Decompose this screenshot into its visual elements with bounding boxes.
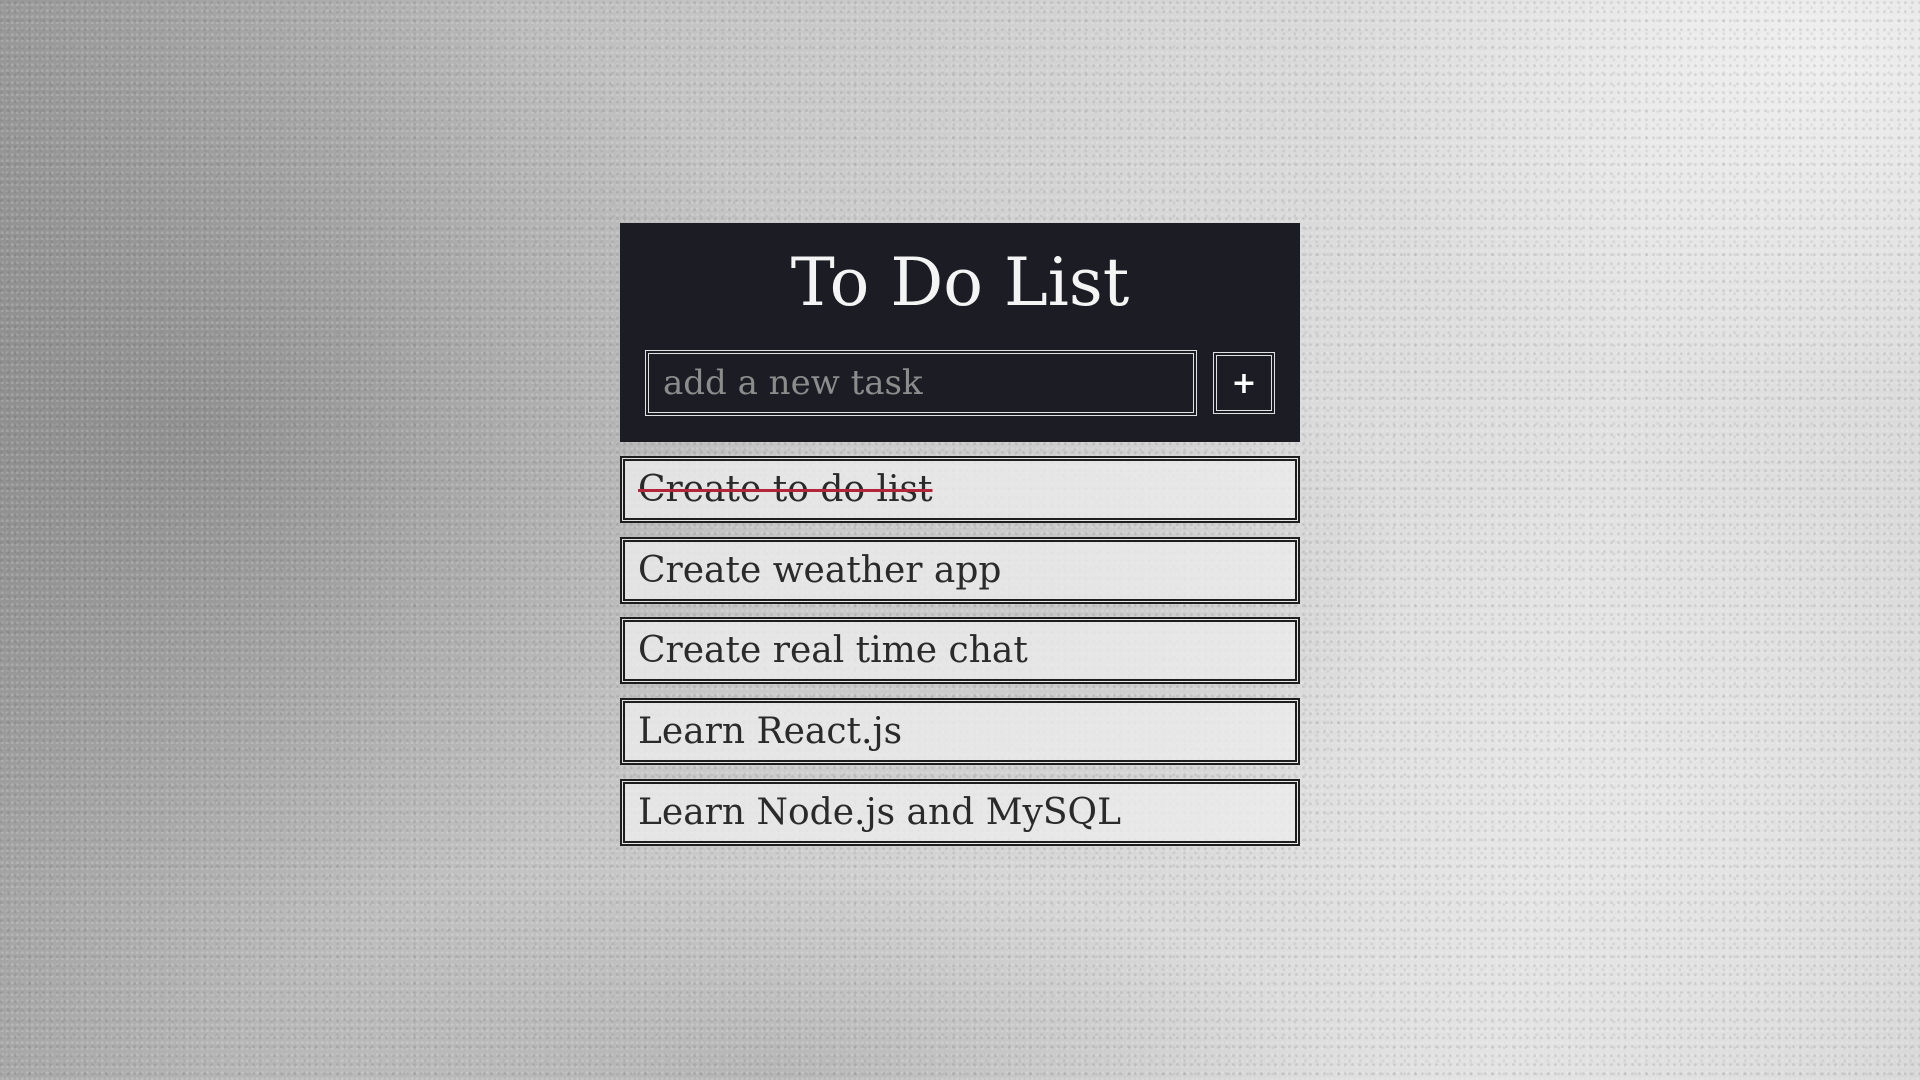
- page-title: To Do List: [790, 244, 1130, 321]
- new-task-form: +: [645, 350, 1275, 416]
- task-list: Create to do list Create weather app Cre…: [620, 456, 1300, 860]
- task-item[interactable]: Learn React.js: [620, 698, 1300, 765]
- task-item[interactable]: Create weather app: [620, 537, 1300, 604]
- task-text: Learn React.js: [638, 711, 903, 752]
- todo-header: To Do List +: [620, 223, 1300, 442]
- new-task-input[interactable]: [645, 350, 1197, 416]
- todo-app: To Do List + Create to do list Create we…: [620, 223, 1300, 846]
- task-item[interactable]: Create real time chat: [620, 617, 1300, 684]
- add-task-button[interactable]: +: [1213, 352, 1275, 414]
- task-item[interactable]: Learn Node.js and MySQL: [620, 779, 1300, 846]
- task-text: Learn Node.js and MySQL: [638, 792, 1121, 833]
- task-text: Create weather app: [638, 550, 1002, 591]
- task-text: Create to do list: [638, 469, 933, 510]
- task-text: Create real time chat: [638, 630, 1028, 671]
- task-item[interactable]: Create to do list: [620, 456, 1300, 523]
